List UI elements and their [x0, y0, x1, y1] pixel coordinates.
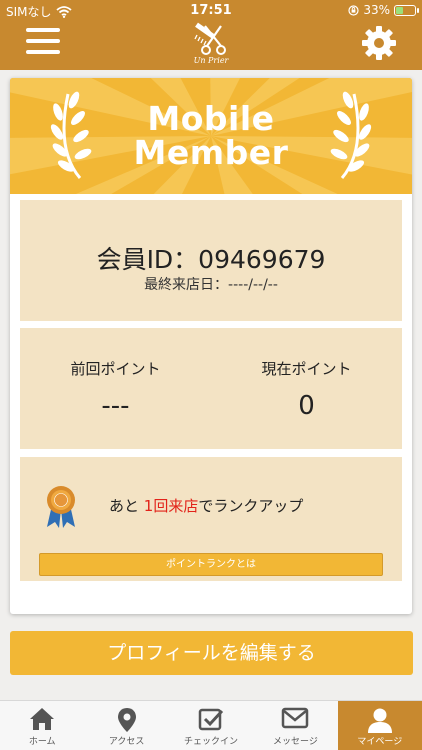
current-points: 現在ポイント 0 — [211, 358, 402, 421]
rank-panel: あと 1回来店でランクアップ ポイントランクとは — [20, 457, 402, 581]
medal-icon — [47, 486, 75, 528]
scissors-comb-icon — [194, 22, 226, 55]
map-pin-icon — [117, 708, 136, 732]
screen: SIMなし 17:51 33% Un Prier Mobile Member 会… — [0, 0, 422, 750]
battery-icon — [394, 4, 419, 16]
tab-mypage[interactable]: マイページ — [337, 701, 422, 750]
last-visit-date: 最終来店日：----/--/-- — [144, 277, 278, 293]
tab-home[interactable]: ホーム — [0, 701, 84, 750]
user-icon — [367, 708, 392, 733]
logo-text: Un Prier — [193, 56, 229, 65]
battery-percent: 33% — [363, 3, 390, 17]
tab-message[interactable]: メッセージ — [253, 701, 337, 750]
checkin-icon — [198, 708, 224, 731]
mail-icon — [282, 707, 309, 729]
tab-checkin[interactable]: チェックイン — [169, 701, 253, 750]
point-rank-info-button[interactable]: ポイントランクとは — [39, 553, 383, 576]
member-id-panel: 会員ID：09469679 最終来店日：----/--/-- — [20, 200, 402, 321]
member-id: 会員ID：09469679 — [96, 245, 326, 274]
member-card: Mobile Member 会員ID：09469679 最終来店日：----/-… — [10, 78, 412, 614]
visits-remaining: 1回来店 — [143, 497, 199, 515]
current-points-label: 現在ポイント — [261, 360, 352, 378]
previous-points-value: --- — [101, 391, 130, 421]
top-bar: SIMなし 17:51 33% Un Prier — [0, 0, 422, 70]
edit-profile-button[interactable]: プロフィールを編集する — [10, 631, 413, 675]
shop-logo: Un Prier — [185, 22, 237, 68]
menu-button[interactable] — [26, 28, 60, 56]
previous-points: 前回ポイント --- — [20, 358, 211, 421]
points-panel: 前回ポイント --- 現在ポイント 0 — [20, 328, 402, 449]
previous-points-label: 前回ポイント — [70, 360, 161, 378]
banner-title: Mobile Member — [133, 99, 289, 172]
rotation-lock-icon — [348, 4, 359, 16]
status-bar: SIMなし 17:51 33% — [0, 0, 422, 22]
mobile-member-banner: Mobile Member — [10, 78, 412, 194]
tab-bar: ホーム アクセス チェックイン メッセージ マイページ — [0, 700, 422, 750]
current-points-value: 0 — [298, 391, 315, 421]
tab-access[interactable]: アクセス — [84, 701, 168, 750]
rank-up-message: あと 1回来店でランクアップ — [109, 497, 304, 515]
settings-gear-icon[interactable] — [361, 25, 397, 61]
home-icon — [30, 708, 55, 730]
